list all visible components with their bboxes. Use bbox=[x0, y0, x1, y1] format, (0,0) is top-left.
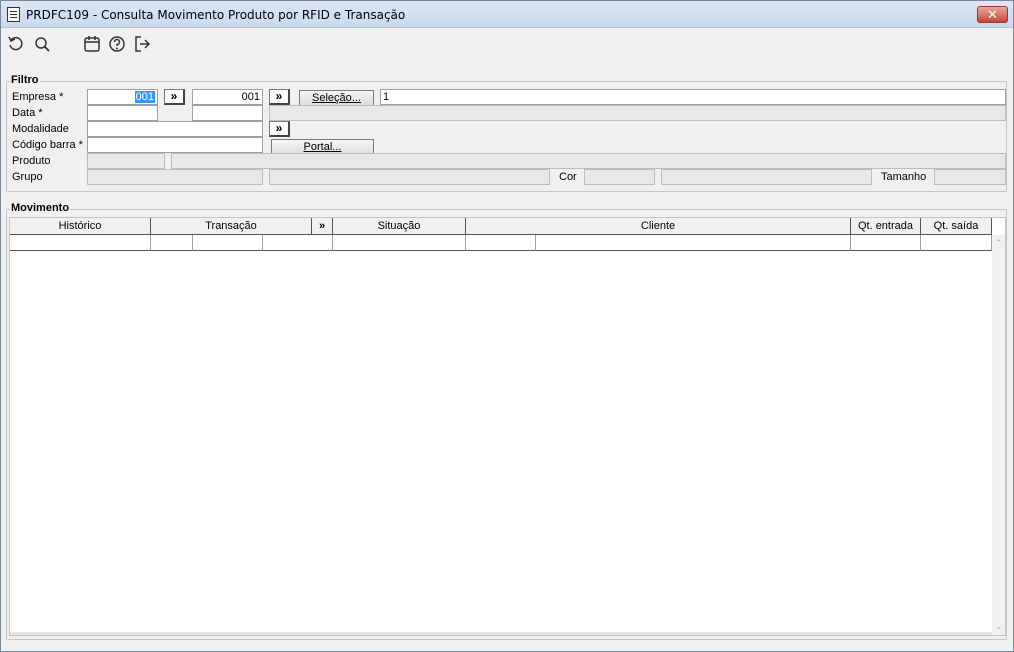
filtro-legend: Filtro bbox=[10, 74, 40, 86]
calendar-icon[interactable] bbox=[83, 35, 101, 53]
selecao-value-field[interactable]: 1 bbox=[380, 89, 1006, 105]
scroll-down-icon[interactable]: ⌄ bbox=[994, 622, 1003, 631]
document-icon bbox=[7, 7, 20, 22]
app-window: PRDFC109 - Consulta Movimento Produto po… bbox=[0, 0, 1014, 652]
empresa-to-range-button[interactable]: » bbox=[269, 89, 290, 105]
column-header-historico[interactable]: Histórico bbox=[10, 218, 151, 235]
modalidade-range-button[interactable]: » bbox=[269, 121, 290, 137]
tamanho-label: Tamanho bbox=[881, 171, 927, 183]
column-header-expand[interactable]: » bbox=[312, 218, 333, 235]
table-cell[interactable] bbox=[151, 235, 193, 251]
column-header-situacao[interactable]: Situação bbox=[333, 218, 466, 235]
cor-description-field bbox=[661, 169, 872, 185]
table-cell[interactable] bbox=[193, 235, 263, 251]
produto-description-field bbox=[171, 153, 1006, 169]
table-cell[interactable] bbox=[333, 235, 466, 251]
empresa-to-input[interactable]: 001 bbox=[192, 89, 263, 105]
codigo-barra-label: Código barra * bbox=[12, 139, 83, 151]
column-header-cliente[interactable]: Cliente bbox=[466, 218, 851, 235]
undo-icon[interactable] bbox=[7, 35, 25, 53]
scroll-up-icon[interactable]: ⌃ bbox=[994, 239, 1003, 248]
movimento-grid[interactable]: Histórico Transação » Situação Cliente Q… bbox=[9, 217, 1006, 636]
table-cell[interactable] bbox=[466, 235, 536, 251]
empresa-label: Empresa * bbox=[12, 91, 64, 103]
selecao-button[interactable]: Seleção... bbox=[299, 90, 374, 106]
data-to-input[interactable] bbox=[192, 105, 263, 121]
table-cell[interactable] bbox=[921, 235, 992, 251]
movimento-legend: Movimento bbox=[10, 202, 71, 214]
produto-label: Produto bbox=[12, 155, 51, 167]
cor-code-field bbox=[584, 169, 655, 185]
table-cell[interactable] bbox=[536, 235, 851, 251]
horizontal-scrollbar[interactable] bbox=[10, 632, 992, 635]
table-cell[interactable] bbox=[263, 235, 333, 251]
column-header-transacao[interactable]: Transação bbox=[151, 218, 312, 235]
column-header-qt-saida[interactable]: Qt. saída bbox=[921, 218, 992, 235]
data-description-field bbox=[269, 105, 1006, 121]
table-cell[interactable] bbox=[10, 235, 151, 251]
search-icon[interactable] bbox=[33, 35, 51, 53]
vertical-scrollbar[interactable]: ⌃ ⌄ bbox=[992, 235, 1005, 635]
modalidade-label: Modalidade bbox=[12, 123, 69, 135]
grupo-description-field bbox=[269, 169, 550, 185]
produto-code-field bbox=[87, 153, 165, 169]
title-bar: PRDFC109 - Consulta Movimento Produto po… bbox=[1, 1, 1013, 28]
empresa-input[interactable]: 001 bbox=[87, 89, 158, 105]
data-label: Data * bbox=[12, 107, 43, 119]
window-title: PRDFC109 - Consulta Movimento Produto po… bbox=[26, 8, 406, 22]
grupo-label: Grupo bbox=[12, 171, 43, 183]
data-from-input[interactable] bbox=[87, 105, 158, 121]
modalidade-input[interactable] bbox=[87, 121, 263, 137]
grupo-code-field bbox=[87, 169, 263, 185]
exit-icon[interactable] bbox=[133, 35, 151, 53]
tamanho-field bbox=[934, 169, 1006, 185]
codigo-barra-input[interactable] bbox=[87, 137, 263, 153]
empresa-range-button[interactable]: » bbox=[164, 89, 185, 105]
cor-label: Cor bbox=[559, 171, 577, 183]
column-header-qt-entrada[interactable]: Qt. entrada bbox=[851, 218, 921, 235]
table-cell[interactable] bbox=[851, 235, 921, 251]
close-button[interactable]: ✕ bbox=[977, 6, 1008, 23]
help-icon[interactable] bbox=[108, 35, 126, 53]
toolbar bbox=[1, 29, 1013, 59]
